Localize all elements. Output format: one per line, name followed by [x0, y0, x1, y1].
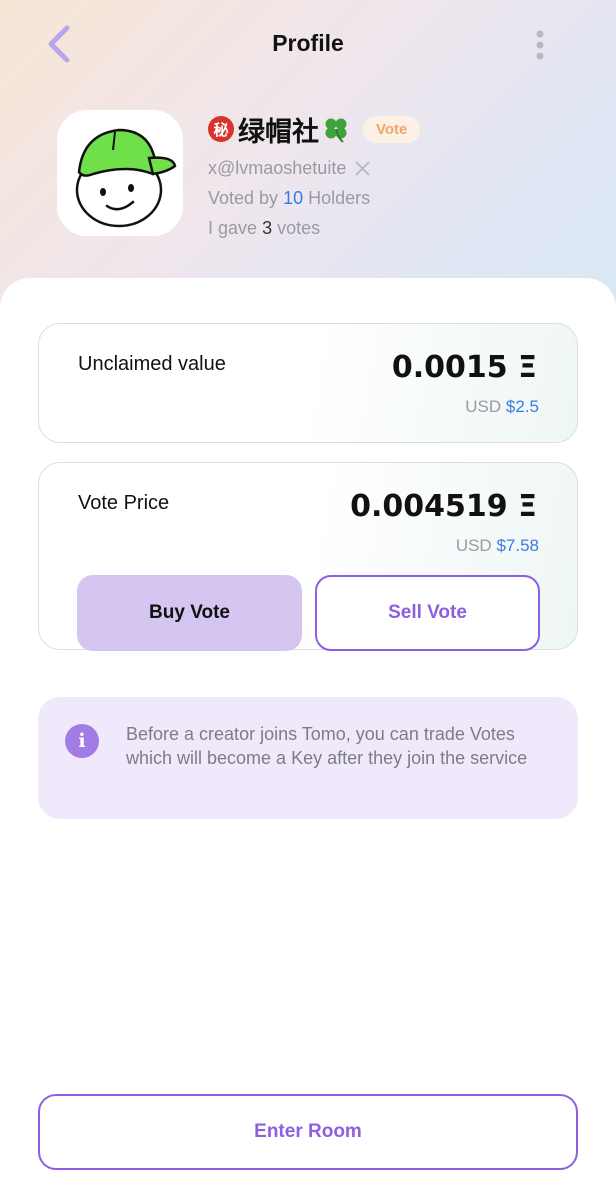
profile-info: 秘 绿帽社 Vote x@lvmaoshetuite Voted by 10 H…: [208, 110, 588, 239]
secret-emoji-icon: 秘: [208, 116, 234, 142]
gave-prefix: I gave: [208, 218, 258, 238]
votes-given: I gave 3 votes: [208, 218, 588, 239]
voted-count: 10: [283, 188, 304, 208]
gave-count: 3: [262, 218, 273, 238]
profile-name: 绿帽社: [238, 116, 319, 148]
voted-prefix: Voted by: [208, 188, 279, 208]
info-notice: i Before a creator joins Tomo, you can t…: [38, 697, 578, 819]
more-options-button[interactable]: [526, 26, 554, 66]
usd-prefix: USD: [465, 397, 502, 416]
holders-count: Voted by 10 Holders: [208, 188, 588, 209]
buy-vote-button[interactable]: Buy Vote: [77, 575, 302, 651]
sell-vote-button[interactable]: Sell Vote: [315, 575, 540, 651]
handle-row[interactable]: x@lvmaoshetuite: [208, 158, 588, 179]
vote-price-card: Vote Price 0.004519 Ξ USD $7.58 Buy Vote…: [38, 462, 578, 651]
voted-suffix: Holders: [308, 188, 371, 208]
more-vertical-icon: [536, 30, 544, 60]
page-title: Profile: [272, 30, 344, 56]
profile-handle: x@lvmaoshetuite: [208, 158, 347, 178]
gave-suffix: votes: [277, 218, 321, 238]
unclaimed-label: Unclaimed value: [78, 353, 226, 375]
vote-price-eth-value: 0.004519 Ξ: [350, 489, 537, 524]
vote-price-usd-value: $7.58: [496, 536, 539, 555]
avatar: [57, 110, 183, 236]
vote-price-label: Vote Price: [78, 492, 170, 514]
x-logo-icon: [355, 161, 370, 176]
unclaimed-usd-value: $2.5: [505, 397, 539, 416]
four-leaf-clover-icon: [325, 118, 347, 143]
vote-price-usd: USD $7.58: [456, 536, 539, 556]
unclaimed-value-card: Unclaimed value 0.0015 Ξ USD $2.5: [38, 323, 578, 443]
name-row: 秘 绿帽社 Vote: [208, 110, 588, 148]
unclaimed-usd: USD $2.5: [465, 397, 539, 417]
info-text: Before a creator joins Tomo, you can tra…: [126, 724, 528, 768]
enter-room-button[interactable]: Enter Room: [38, 1094, 578, 1170]
vote-badge: Vote: [363, 115, 421, 143]
unclaimed-eth-value: 0.0015 Ξ: [391, 350, 537, 385]
top-bar: Profile: [0, 0, 616, 92]
green-cap-character-icon: [75, 128, 177, 228]
usd-prefix: USD: [455, 536, 492, 555]
info-icon: i: [65, 724, 99, 758]
